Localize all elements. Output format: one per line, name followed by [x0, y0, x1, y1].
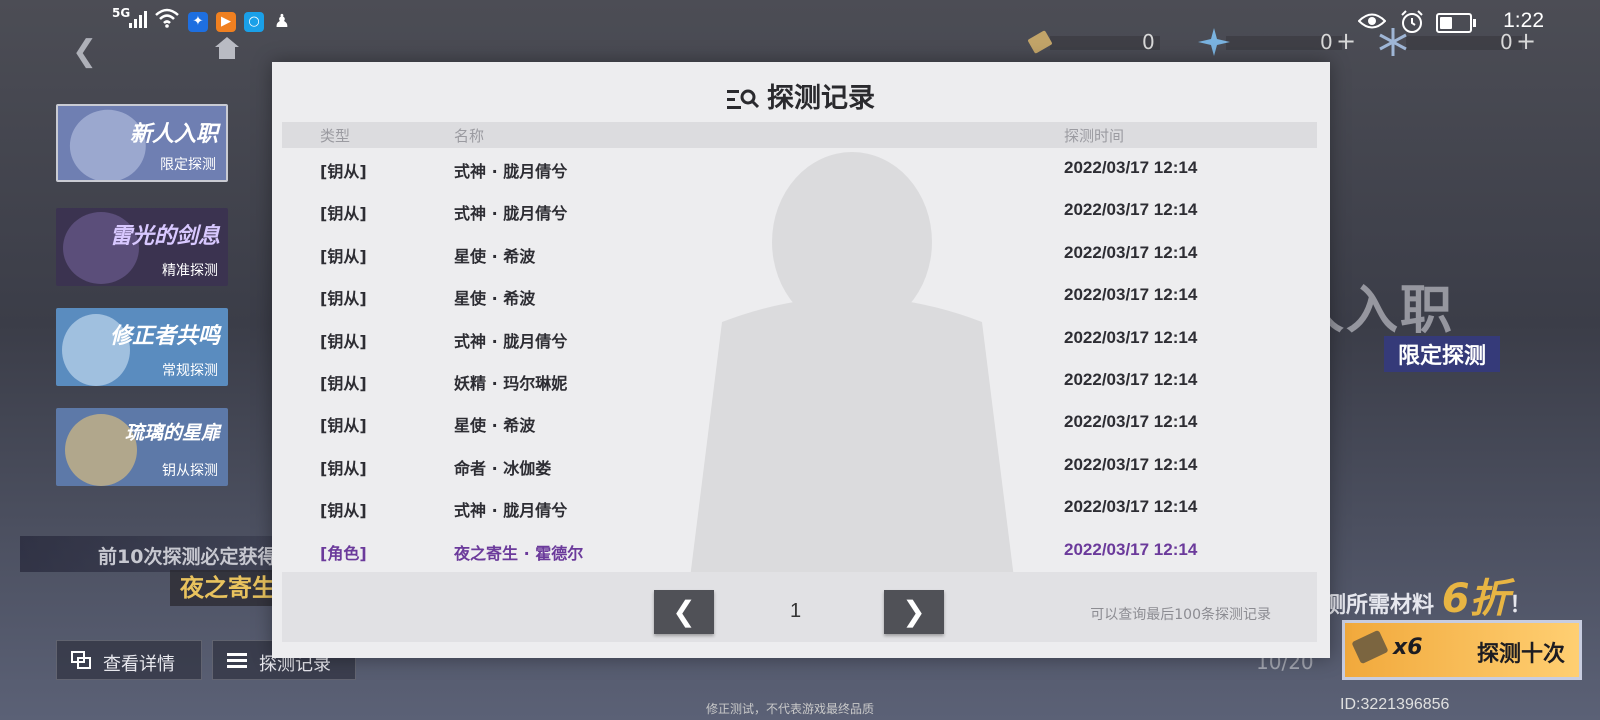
banner-corrector[interactable]: 修正者共鸣 常规探测 — [56, 308, 228, 386]
view-details-button[interactable]: 查看详情 — [56, 640, 202, 680]
bulb-app-icon: ✦ — [188, 12, 208, 32]
currency-ticket: 0 — [1020, 30, 1160, 54]
record-time: 2022/03/17 12:14 — [1064, 200, 1198, 220]
disclaimer: 修正测试，不代表游戏最终品质 — [706, 702, 875, 716]
next-page-button[interactable]: ❯ — [884, 590, 944, 634]
record-time: 2022/03/17 12:14 — [1064, 158, 1198, 177]
dialog-title: 探测记录 — [272, 76, 1330, 115]
table-row: [钥从] 命者 · 冰伽娄 2022/03/17 12:14 — [282, 445, 1317, 487]
back-button[interactable]: ❮ — [72, 34, 97, 69]
header-type: 类型 — [320, 127, 351, 145]
record-limit-note: 可以查询最后100条探测记录 — [1090, 607, 1271, 623]
list-icon — [227, 653, 247, 668]
record-name: 式神 · 胧月倩兮 — [454, 204, 568, 224]
table-row: [钥从] 式神 · 胧月倩兮 2022/03/17 12:14 — [282, 487, 1317, 529]
record-time: 2022/03/17 12:14 — [1064, 539, 1198, 559]
snowflake-icon — [1379, 28, 1407, 56]
table-row: [钥从] 妖精 · 玛尔琳妮 2022/03/17 12:14 — [282, 360, 1317, 402]
table-row: [钥从] 星使 · 希波 2022/03/17 12:14 — [282, 275, 1317, 317]
page-number: 1 — [790, 600, 802, 622]
banner-newcomer[interactable]: 新人入职 限定探测 — [56, 104, 228, 182]
record-type: [角色] — [320, 543, 367, 563]
table-row: [钥从] 式神 · 胧月倩兮 2022/03/17 12:14 — [282, 190, 1317, 232]
record-search-icon — [727, 89, 759, 109]
record-time: 2022/03/17 12:14 — [1064, 242, 1198, 262]
record-time: 2022/03/17 12:14 — [1064, 369, 1198, 389]
table-row: [钥从] 星使 · 希波 2022/03/17 12:14 — [282, 233, 1317, 275]
search-app-icon: ○ — [244, 12, 264, 32]
currency-crystal: 0 + — [1196, 27, 1356, 56]
record-name: 星使 · 希波 — [454, 289, 536, 309]
status-bar: 5G ✦ ▶ ○ ♟ 1:22 — [0, 4, 1600, 34]
prev-page-button[interactable]: ❮ — [654, 590, 714, 634]
record-name: 夜之寄生 · 霍德尔 — [454, 543, 584, 563]
record-name: 妖精 · 玛尔琳妮 — [454, 373, 568, 393]
ticket-icon — [1028, 30, 1052, 54]
record-time: 2022/03/17 12:14 — [1064, 454, 1198, 474]
banner-thunder-sword[interactable]: 雷光的剑息 精准探测 — [56, 208, 228, 286]
record-name: 式神 · 胧月倩兮 — [454, 501, 568, 521]
record-type: [钥从] — [320, 373, 367, 393]
ticket-icon — [1351, 629, 1389, 665]
record-name: 星使 · 希波 — [454, 416, 536, 436]
record-type: [钥从] — [320, 458, 367, 478]
record-list: [钥从] 式神 · 胧月倩兮 2022/03/17 12:14 [钥从] 式神 · 胧月… — [282, 148, 1317, 572]
header-name: 名称 — [454, 127, 485, 145]
record-name: 式神 · 胧月倩兮 — [454, 331, 568, 351]
record-type: [钥从] — [320, 501, 367, 521]
record-type: [钥从] — [320, 246, 367, 266]
details-icon — [71, 651, 91, 669]
record-time: 2022/03/17 12:14 — [1064, 285, 1198, 305]
banner-glass-star[interactable]: 琉璃的星扉 钥从探测 — [56, 408, 228, 486]
table-row: [角色] 夜之寄生 · 霍德尔 2022/03/17 12:14 — [282, 530, 1317, 572]
user-id: ID:3221396856 — [1340, 696, 1450, 713]
play-app-icon: ▶ — [216, 12, 236, 32]
table-row: [钥从] 星使 · 希波 2022/03/17 12:14 — [282, 402, 1317, 444]
record-time: 2022/03/17 12:14 — [1064, 412, 1198, 432]
add-snowflake-button[interactable]: + — [1516, 27, 1536, 55]
record-type: [钥从] — [320, 331, 367, 351]
table-row: [钥从] 式神 · 胧月倩兮 2022/03/17 12:14 — [282, 318, 1317, 360]
record-time: 2022/03/17 12:14 — [1064, 327, 1198, 347]
currency-snowflake: 0 + — [1376, 27, 1536, 56]
record-type: [钥从] — [320, 162, 367, 181]
pagination-bar: ❮ 1 ❯ 可以查询最后100条探测记录 — [282, 572, 1317, 642]
ten-pull-button[interactable]: x6 探测十次 — [1342, 620, 1582, 680]
record-type: [钥从] — [320, 289, 367, 309]
signal-icon — [129, 11, 147, 28]
home-icon[interactable] — [214, 36, 240, 60]
record-name: 式神 · 胧月倩兮 — [454, 162, 568, 181]
record-name: 命者 · 冰伽娄 — [454, 458, 552, 478]
record-name: 星使 · 希波 — [454, 246, 536, 266]
record-type: [钥从] — [320, 204, 367, 224]
detection-record-dialog: 探测记录 类型 名称 探测时间 [钥从] 式神 · 胧月倩兮 2022/03/17 … — [272, 62, 1330, 658]
limited-tag: 限定探测 — [1384, 336, 1501, 372]
record-type: [钥从] — [320, 416, 367, 436]
qq-app-icon: ♟ — [273, 11, 291, 32]
record-time: 2022/03/17 12:14 — [1064, 497, 1198, 517]
table-row: [钥从] 式神 · 胧月倩兮 2022/03/17 12:14 — [282, 148, 1317, 190]
add-crystal-button[interactable]: + — [1336, 27, 1356, 55]
table-header: 类型 名称 探测时间 — [282, 122, 1317, 148]
header-time: 探测时间 — [1064, 127, 1125, 145]
crystal-icon — [1198, 28, 1230, 56]
wifi-icon — [155, 8, 179, 28]
